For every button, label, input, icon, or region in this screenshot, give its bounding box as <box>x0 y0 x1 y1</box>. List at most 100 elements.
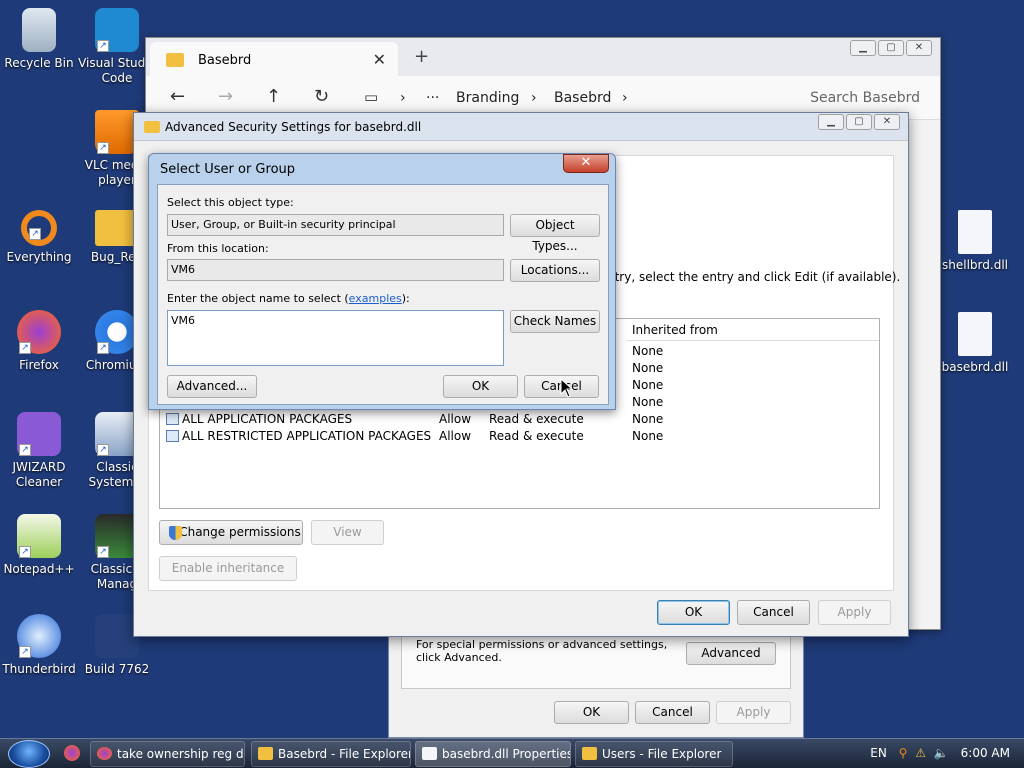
taskbar-item-firefox[interactable]: take ownership reg d... <box>90 741 245 767</box>
jwizard-icon: ↗ <box>17 412 61 456</box>
folder-icon <box>582 747 597 760</box>
dialog-title: Select User or Group <box>160 162 296 177</box>
object-type-field: User, Group, or Built-in security princi… <box>167 214 504 236</box>
location-field: VM6 <box>167 259 504 281</box>
type-cell: Allow <box>439 412 472 426</box>
refresh-icon[interactable]: ↻ <box>314 86 329 107</box>
up-arrow-icon[interactable]: ↑ <box>266 86 281 107</box>
taskbar-item-users-explorer[interactable]: Users - File Explorer <box>575 741 733 767</box>
advanced-security-title-bar: Advanced Security Settings for basebrd.d… <box>134 113 908 141</box>
inherited-cell: None <box>632 429 664 443</box>
access-cell: Read & execute <box>489 429 584 443</box>
folder-icon <box>166 53 184 67</box>
breadcrumb-branding[interactable]: Branding <box>456 90 519 106</box>
advanced-settings-group: For special permissions or advanced sett… <box>401 631 791 689</box>
table-row[interactable]: ALL APPLICATION PACKAGES Allow Read & ex… <box>160 411 879 428</box>
desktop-icon-jwizard[interactable]: ↗ JWIZARD Cleaner <box>0 412 78 490</box>
minimize-button[interactable]: ▁ <box>850 40 876 56</box>
window-title: Advanced Security Settings for basebrd.d… <box>165 120 422 134</box>
warning-icon[interactable]: ⚠ <box>915 746 926 760</box>
taskbar-item-basebrd-explorer[interactable]: Basebrd - File Explorer <box>251 741 411 767</box>
close-button[interactable]: ✕ <box>874 114 900 130</box>
start-button[interactable] <box>8 740 50 768</box>
everything-icon: ↗ <box>21 210 57 246</box>
advanced-apply-button[interactable]: Apply <box>818 600 891 625</box>
enter-object-name-label: Enter the object name to select (example… <box>167 292 410 305</box>
search-icon[interactable]: ⚲ <box>899 746 908 760</box>
table-row[interactable]: ALL RESTRICTED APPLICATION PACKAGES Allo… <box>160 428 879 445</box>
back-arrow-icon[interactable]: ← <box>170 86 185 107</box>
desktop-icon-label: Recycle Bin <box>4 56 74 70</box>
examples-link[interactable]: examples <box>349 292 402 305</box>
language-indicator[interactable]: EN <box>870 746 887 760</box>
location-label: From this location: <box>167 242 269 255</box>
search-input[interactable]: Search Basebrd <box>810 90 920 106</box>
properties-advanced-button[interactable]: Advanced <box>686 642 776 665</box>
ok-button[interactable]: OK <box>443 375 518 398</box>
taskbar-item-basebrd-properties[interactable]: basebrd.dll Properties <box>415 741 571 767</box>
principal-cell: ALL APPLICATION PACKAGES <box>182 412 353 426</box>
monitor-icon: ▭ <box>364 88 379 106</box>
desktop-icon-everything[interactable]: ↗ Everything <box>0 210 78 265</box>
new-tab-icon[interactable]: + <box>414 46 429 67</box>
check-names-button[interactable]: Check Names <box>510 310 600 333</box>
advanced-ok-button[interactable]: OK <box>657 600 730 625</box>
properties-apply-button[interactable]: Apply <box>716 701 791 724</box>
ellipsis-icon[interactable]: ··· <box>426 90 439 106</box>
advanced-button[interactable]: Advanced... <box>167 375 257 398</box>
access-cell: Read & execute <box>489 412 584 426</box>
maximize-button[interactable]: ▢ <box>846 114 872 130</box>
desktop-icon-label: Everything <box>6 250 72 264</box>
locations-button[interactable]: Locations... <box>510 259 600 282</box>
desktop-icon-label: basebrd.dll <box>941 360 1009 374</box>
firefox-icon <box>97 747 112 760</box>
desktop-icon-label: Firefox <box>19 358 59 372</box>
volume-icon[interactable]: 🔈 <box>934 746 949 760</box>
firefox-icon: ↗ <box>17 310 61 354</box>
close-button[interactable]: ✕ <box>563 154 609 173</box>
group-icon <box>166 413 179 425</box>
select-user-or-group-dialog: Select User or Group ✕ Select this objec… <box>148 153 616 410</box>
desktop-icon-thunderbird[interactable]: ↗ Thunderbird <box>0 614 78 677</box>
object-types-button[interactable]: Object Types... <box>510 214 600 253</box>
breadcrumb-basebrd[interactable]: Basebrd <box>554 90 611 106</box>
close-button[interactable]: ✕ <box>906 40 932 56</box>
enable-inheritance-button[interactable]: Enable inheritance <box>159 556 297 581</box>
properties-cancel-button[interactable]: Cancel <box>635 701 710 724</box>
column-header-inherited-from[interactable]: Inherited from <box>626 319 879 341</box>
properties-ok-button[interactable]: OK <box>554 701 629 724</box>
desktop-icon-firefox[interactable]: ↗ Firefox <box>0 310 78 373</box>
uac-shield-icon <box>169 526 182 540</box>
maximize-button[interactable]: ▢ <box>878 40 904 56</box>
desktop-icon-notepadpp[interactable]: ↗ Notepad++ <box>0 514 78 577</box>
desktop-icon-recycle-bin[interactable]: Recycle Bin <box>0 8 78 71</box>
chevron-right-icon: › <box>400 90 406 106</box>
thunderbird-icon: ↗ <box>17 614 61 658</box>
folder-icon <box>144 121 160 133</box>
minimize-button[interactable]: ▁ <box>818 114 844 130</box>
permissions-instruction: ntry, select the entry and click Edit (i… <box>607 270 901 284</box>
advanced-cancel-button[interactable]: Cancel <box>737 600 810 625</box>
object-name-input[interactable]: VM6 <box>167 310 504 366</box>
chevron-right-icon: › <box>531 90 537 106</box>
clock[interactable]: 6:00 AM <box>961 746 1010 760</box>
view-button[interactable]: View <box>311 520 384 545</box>
close-tab-icon[interactable]: ✕ <box>373 50 386 69</box>
principal-cell: ALL RESTRICTED APPLICATION PACKAGES <box>182 429 432 443</box>
firefox-pinned-icon[interactable] <box>64 745 80 761</box>
desktop-icon-label: JWIZARD Cleaner <box>12 460 66 489</box>
forward-arrow-icon[interactable]: → <box>218 86 233 107</box>
desktop-icon-label: shellbrd.dll <box>942 258 1008 272</box>
desktop-icon-shellbrd[interactable]: shellbrd.dll <box>936 210 1014 273</box>
explorer-tab[interactable]: Basebrd ✕ <box>150 42 398 76</box>
desktop-icon-basebrd[interactable]: basebrd.dll <box>936 312 1014 375</box>
change-permissions-button[interactable]: Change permissions <box>159 520 303 545</box>
explorer-tab-title: Basebrd <box>198 53 252 68</box>
chevron-right-icon: › <box>622 90 628 106</box>
object-type-label: Select this object type: <box>167 196 294 209</box>
dll-file-icon <box>422 747 437 760</box>
advanced-settings-text: For special permissions or advanced sett… <box>416 638 668 664</box>
mouse-pointer-icon <box>560 378 574 398</box>
type-cell: Allow <box>439 429 472 443</box>
vscode-icon: ↗ <box>95 8 139 52</box>
